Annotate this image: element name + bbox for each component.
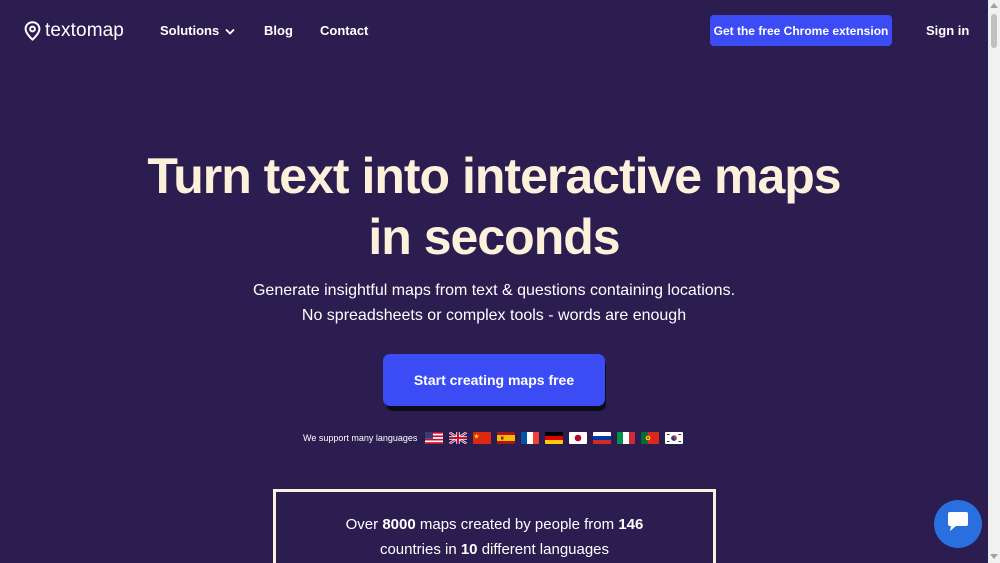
language-support-label: We support many languages — [303, 433, 418, 443]
scroll-down-arrow-icon[interactable] — [990, 554, 998, 559]
hero-title: Turn text into interactive maps in secon… — [0, 146, 988, 268]
hero-subtitle-line1: Generate insightful maps from text & que… — [252, 282, 736, 299]
top-navigation: textomap Solutions Blog Contact Get the … — [0, 0, 988, 62]
sign-in-link[interactable]: Sign in — [926, 23, 969, 38]
brand-name: textomap — [45, 20, 124, 41]
language-support: We support many languages — [303, 430, 684, 446]
italy-flag-icon — [617, 432, 636, 444]
map-pin-icon — [24, 21, 41, 41]
stats-box: Over 8000 maps created by people from 14… — [273, 489, 716, 563]
scroll-up-arrow-icon[interactable] — [990, 3, 998, 8]
start-creating-button[interactable]: Start creating maps free — [383, 354, 605, 406]
logo[interactable]: textomap — [24, 20, 124, 42]
france-flag-icon — [521, 432, 540, 444]
countries-count: 146 — [618, 516, 644, 533]
portugal-flag-icon — [641, 432, 660, 444]
stats-prefix: Over — [345, 516, 379, 533]
chat-button[interactable] — [934, 500, 982, 548]
languages-count: 10 — [460, 541, 478, 558]
maps-count: 8000 — [382, 516, 416, 533]
hero-title-line2: in seconds — [368, 209, 620, 265]
nav-contact[interactable]: Contact — [320, 23, 368, 38]
nav-solutions-label: Solutions — [160, 23, 220, 38]
stats-middle: maps created by people from — [419, 516, 615, 533]
china-flag-icon — [473, 432, 492, 444]
scroll-thumb[interactable] — [991, 14, 997, 48]
language-flags — [425, 432, 684, 444]
nav-blog[interactable]: Blog — [264, 23, 293, 38]
stats-line2-suffix: different languages — [481, 541, 610, 558]
hero-subtitle-line2: No spreadsheets or complex tools - words… — [301, 307, 687, 324]
korea-flag-icon — [665, 432, 684, 444]
spain-flag-icon — [497, 432, 516, 444]
hero-title-line1: Turn text into interactive maps — [147, 148, 841, 204]
chevron-down-icon — [225, 23, 235, 38]
chrome-extension-button[interactable]: Get the free Chrome extension — [710, 15, 892, 46]
stats-line2: countries in 10 different languages — [276, 537, 713, 562]
page-scrollbar[interactable] — [988, 0, 1000, 563]
russia-flag-icon — [593, 432, 612, 444]
hero-subtitle: Generate insightful maps from text & que… — [0, 278, 988, 328]
us-flag-icon — [425, 432, 444, 444]
chat-bubble-icon — [946, 511, 970, 538]
uk-flag-icon — [449, 432, 468, 444]
stats-line2-prefix: countries in — [379, 541, 457, 558]
nav-solutions[interactable]: Solutions — [160, 23, 235, 38]
japan-flag-icon — [569, 432, 588, 444]
stats-line1: Over 8000 maps created by people from 14… — [276, 512, 713, 537]
germany-flag-icon — [545, 432, 564, 444]
